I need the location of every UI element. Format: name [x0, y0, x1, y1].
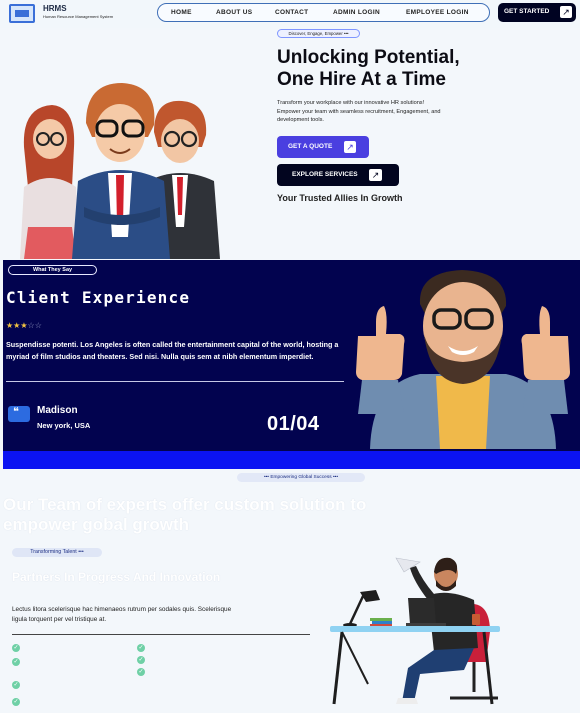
quote-icon — [8, 405, 30, 422]
nav-home[interactable]: HOME — [171, 9, 192, 16]
nav-admin-login[interactable]: ADMIN LOGIN — [333, 9, 380, 16]
testimonial-quote: Suspendisse potenti. Los Angeles is ofte… — [6, 340, 339, 361]
hero-description: Transform your workplace with our innova… — [277, 100, 441, 123]
hero-title: Unlocking Potential, One Hire At a Time — [277, 47, 567, 91]
partners-title: Partners In Progress And Innovation — [12, 570, 221, 584]
testimonial-section: What They Say Client Experience ★★★☆☆ Su… — [3, 260, 580, 451]
client-name: Madison — [37, 405, 78, 416]
main-nav: HOME ABOUT US CONTACT ADMIN LOGIN EMPLOY… — [157, 3, 490, 22]
testimonial-counter: 01/04 — [267, 413, 320, 435]
check-icon: ✓ — [137, 668, 145, 676]
get-started-label: GET STARTED — [504, 8, 550, 15]
testimonial-bottom-bar — [3, 451, 580, 469]
hero-badge: Discover, Engage, Empower ••• — [277, 29, 360, 38]
team-title: Our Team of experts offer custom solutio… — [3, 495, 367, 534]
arrow-up-right-icon: ↗ — [344, 141, 356, 153]
brand-subtitle: Human Resource Management System — [43, 14, 114, 19]
star-icon: ★ — [20, 321, 28, 330]
hero-tagline: Your Trusted Allies In Growth — [277, 193, 403, 203]
client-location: New york, USA — [37, 421, 91, 430]
site-header: HRMS Human Resource Management System HO… — [0, 0, 580, 28]
check-icon: ✓ — [12, 681, 20, 689]
feature-item: ✓ — [12, 697, 132, 707]
star-rating: ★★★☆☆ — [6, 321, 42, 330]
arrow-up-right-icon: ↗ — [560, 6, 572, 18]
testimonial-badge: What They Say — [8, 265, 97, 275]
man-thumbs-up-illustration — [356, 270, 570, 449]
star-empty-icon: ☆ — [34, 321, 42, 330]
transforming-talent-badge: Transforming Talent ••• — [12, 548, 102, 557]
check-icon: ✓ — [12, 698, 20, 706]
get-started-button[interactable]: GET STARTED ↗ — [498, 3, 576, 22]
check-icon: ✓ — [137, 644, 145, 652]
partners-description: Lectus litora scelerisque hac himenaeos … — [12, 606, 232, 623]
feature-item: ✓ — [137, 643, 257, 653]
team-badge: ••• Empowering Global Success ••• — [237, 473, 365, 482]
nav-employee-login[interactable]: EMPLOYEE LOGIN — [406, 9, 469, 16]
check-icon: ✓ — [12, 644, 20, 652]
hero-title-line1: Unlocking Potential, — [277, 47, 460, 68]
divider — [12, 634, 310, 635]
arrow-up-right-icon: ↗ — [369, 169, 382, 181]
explore-services-button[interactable]: EXPLORE SERVICES ↗ — [277, 164, 399, 186]
feature-item: ✓ — [137, 655, 257, 665]
logo-icon[interactable] — [9, 4, 35, 23]
feature-item: ✓ — [137, 667, 257, 677]
star-empty-icon: ☆ — [27, 321, 35, 330]
nav-about-us[interactable]: ABOUT US — [216, 9, 252, 16]
testimonial-title: Client Experience — [6, 288, 191, 307]
nav-contact[interactable]: CONTACT — [275, 9, 308, 16]
feature-item: ✓ — [12, 680, 132, 690]
divider — [6, 381, 344, 382]
check-icon: ✓ — [12, 658, 20, 666]
get-a-quote-button[interactable]: GET A QUOTE ↗ — [277, 136, 369, 158]
get-a-quote-label: GET A QUOTE — [288, 143, 333, 150]
man-at-desk-illustration — [330, 557, 500, 705]
feature-item: ✓ — [12, 657, 132, 667]
check-icon: ✓ — [137, 656, 145, 664]
feature-item: ✓ — [12, 643, 132, 653]
three-business-people-illustration — [20, 83, 220, 259]
brand-title: HRMS — [43, 4, 67, 13]
hero-title-line2: One Hire At a Time — [277, 69, 446, 90]
explore-services-label: EXPLORE SERVICES — [292, 171, 358, 178]
